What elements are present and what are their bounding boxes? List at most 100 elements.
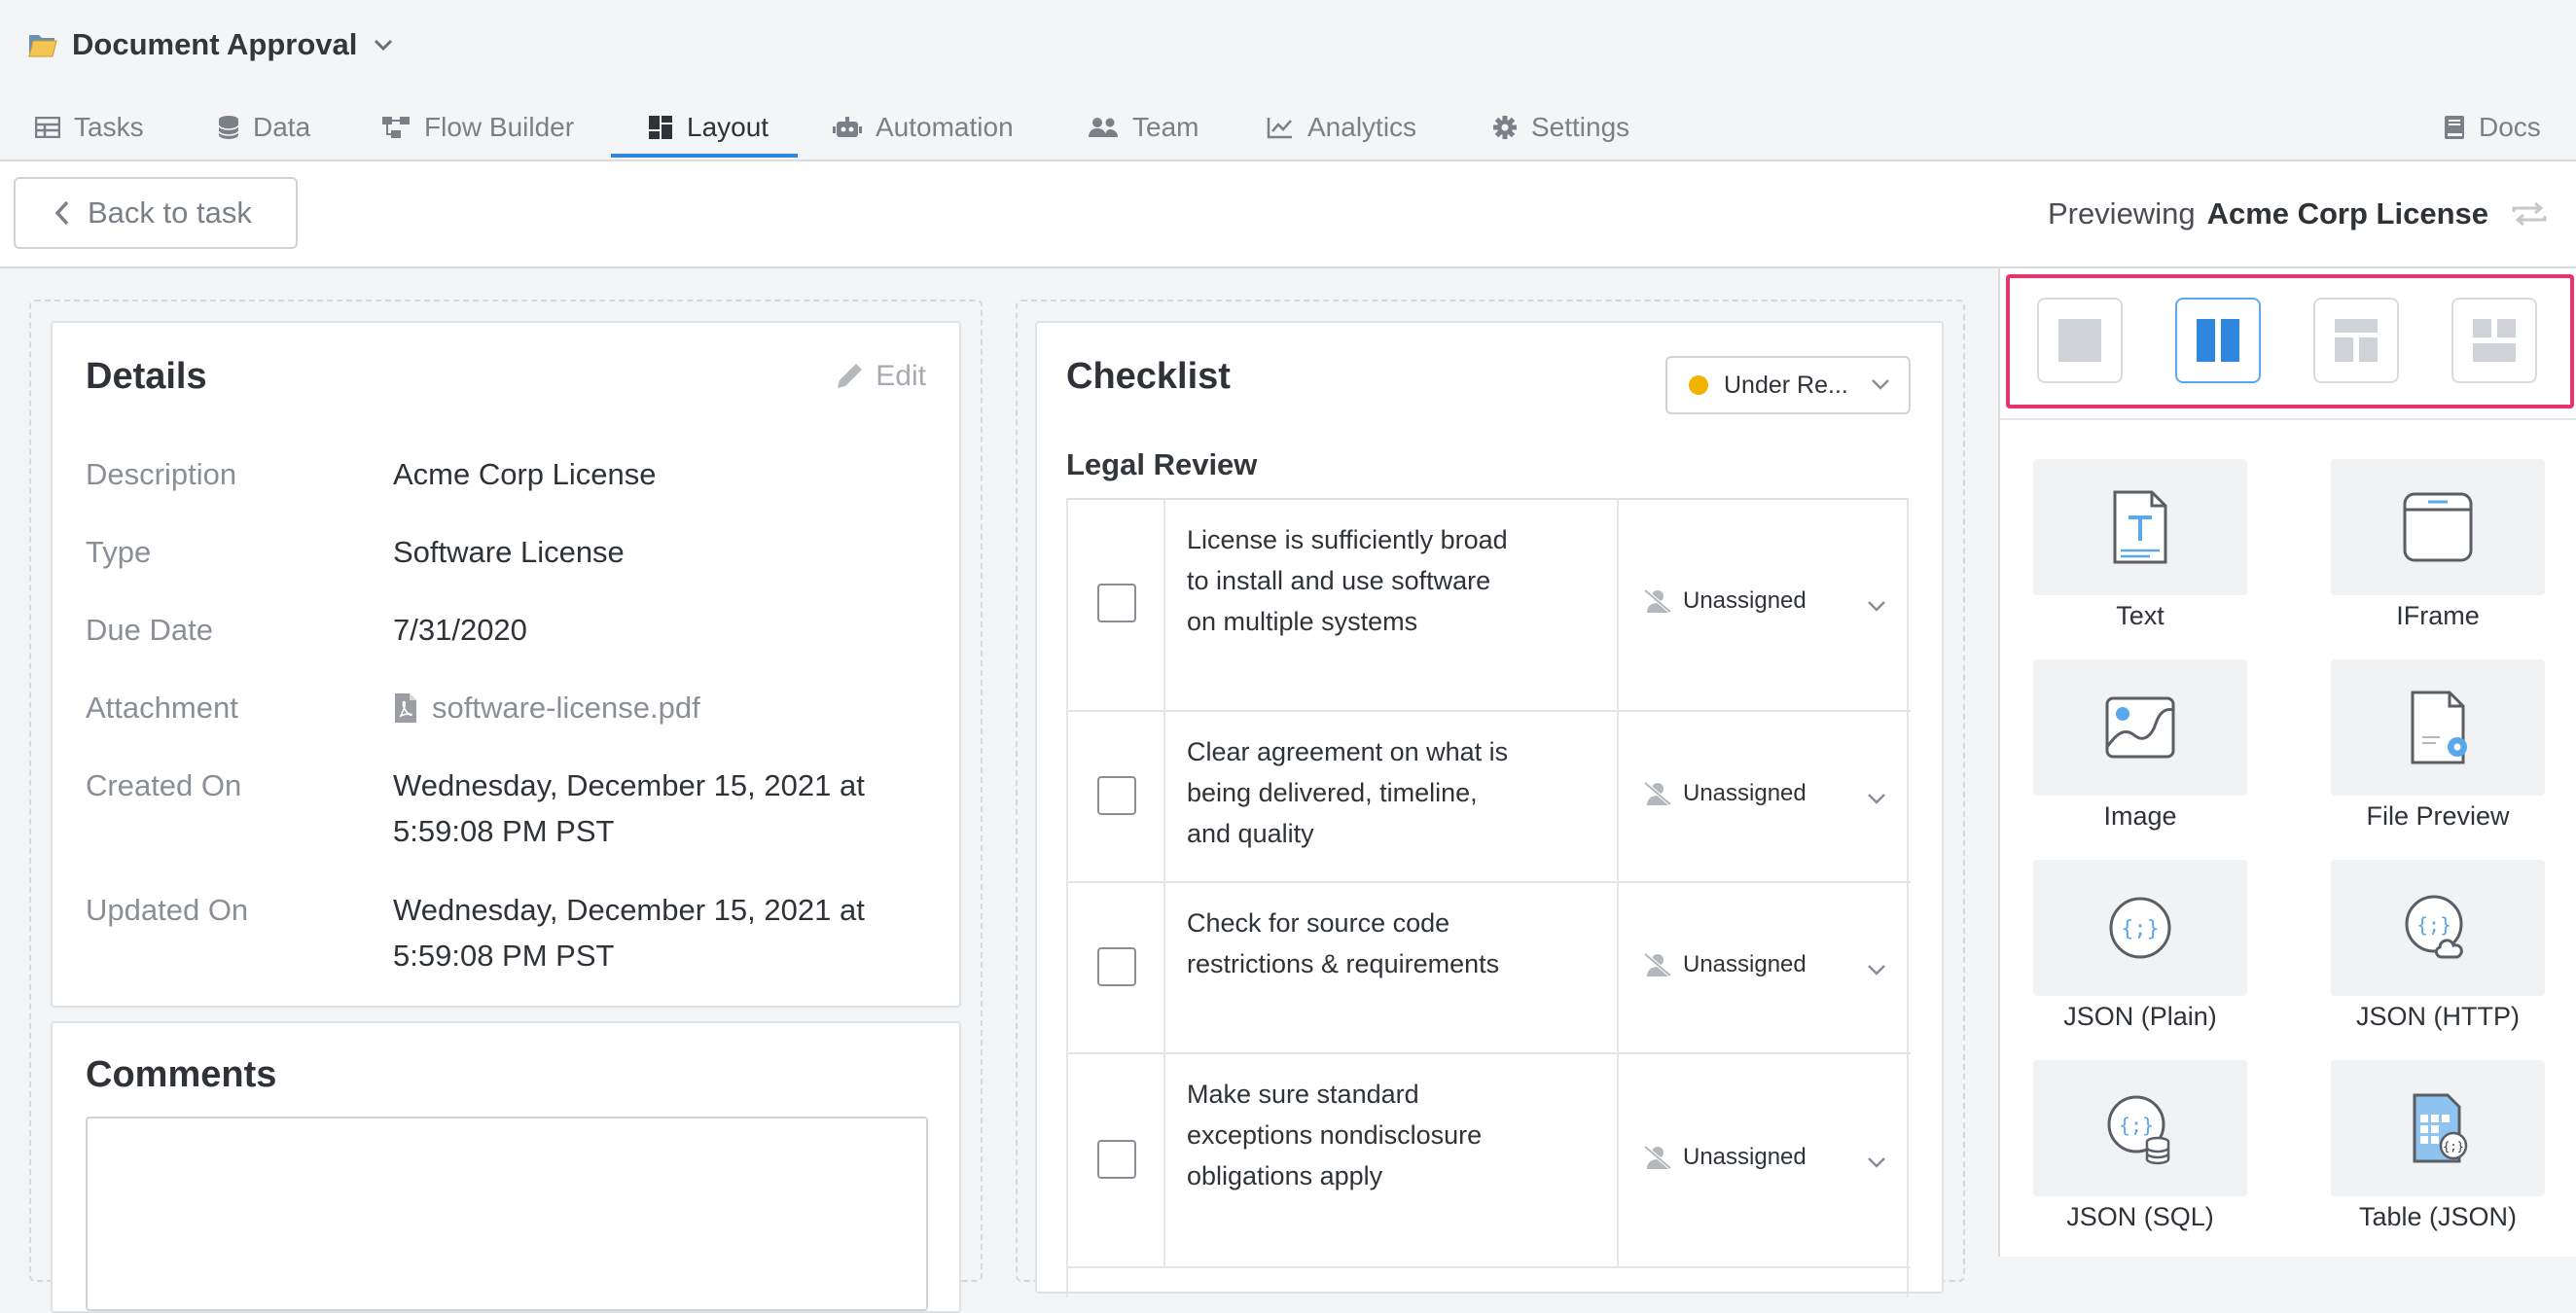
checklist-checkbox[interactable] [1097,584,1136,622]
checklist-checkbox[interactable] [1097,947,1136,986]
tab-analytics[interactable]: Analytics [1267,95,1416,160]
tab-data[interactable]: Data [218,95,310,160]
checklist-item-text: Make sure standard exceptions nondisclos… [1187,1080,1483,1190]
widget-tile [2331,459,2545,595]
json-database-icon: {;} [2107,1095,2170,1165]
assignee-dropdown[interactable]: Unassigned [1642,780,1807,807]
header-two-columns-icon [2335,319,2378,362]
details-card: Details Edit Description Acme Corp Licen… [51,321,961,1008]
app-switcher[interactable]: Document Approval [27,21,394,68]
panel-divider [2000,418,2576,420]
widget-tile [2033,659,2247,796]
folder-icon [27,31,58,58]
checklist-item: Clear agreement on what is being deliver… [1068,712,1911,883]
assignee-dropdown[interactable]: Unassigned [1642,951,1807,978]
database-icon [218,115,239,140]
layout-header-two-columns-button[interactable] [2313,298,2399,383]
details-title: Details [86,356,207,397]
edit-button[interactable]: Edit [835,360,926,393]
detail-label: Attachment [86,691,238,725]
chevron-down-icon[interactable] [1866,792,1887,805]
checklist-item-text: License is sufficiently broad to install… [1187,525,1508,636]
checklist-card: Checklist Under Re... Legal Review Licen… [1035,321,1944,1297]
widget-json-http[interactable]: {;} JSON (HTTP) [2298,860,2576,1045]
checkbox-cell [1068,712,1165,881]
widget-text[interactable]: Text [2000,459,2302,644]
user-slash-icon [1642,588,1673,614]
chevron-down-icon[interactable] [1866,963,1887,976]
svg-text:{;}: {;} [2443,1140,2464,1153]
widget-tile: {;} [2033,860,2247,996]
attachment-link[interactable]: software-license.pdf [393,685,938,730]
assignee-label: Unassigned [1683,951,1807,977]
back-to-task-button[interactable]: Back to task [14,177,298,249]
assignee-dropdown[interactable]: Unassigned [1642,1144,1807,1171]
widget-image[interactable]: Image [2000,659,2302,844]
widget-label: JSON (HTTP) [2356,1002,2520,1031]
tab-flow-builder[interactable]: Flow Builder [381,95,574,160]
comments-title: Comments [86,1054,277,1095]
flow-icon [381,116,411,139]
docs-link[interactable]: Docs [2444,95,2541,160]
widget-label: Table (JSON) [2358,1202,2518,1231]
status-dropdown[interactable]: Under Re... [1665,356,1911,414]
chevron-down-icon[interactable] [1866,599,1887,613]
widget-file-preview[interactable]: File Preview [2298,659,2576,844]
checklist-title: Checklist [1066,356,1231,397]
assignee-label: Unassigned [1683,1144,1807,1170]
attachment-filename: software-license.pdf [432,691,700,725]
layout-options-bar [2006,274,2574,408]
layout-grid-button[interactable] [2451,298,2537,383]
layout-single-column-button[interactable] [2037,298,2123,383]
tab-label: Team [1132,112,1199,142]
assignee-dropdown[interactable]: Unassigned [1642,587,1807,615]
checklist-checkbox[interactable] [1097,776,1136,815]
switch-record-icon[interactable] [2510,200,2549,228]
assignee-label: Unassigned [1683,780,1807,806]
checklist-checkbox[interactable] [1097,1140,1136,1179]
tab-label: Analytics [1307,112,1417,142]
widget-json-sql[interactable]: {;} JSON (SQL) [2000,1060,2302,1245]
svg-text:{;}: {;} [2119,1114,2154,1137]
tab-settings[interactable]: Settings [1492,95,1629,160]
detail-value: Software License [393,535,625,569]
table-json-icon: {;} [2413,1093,2468,1163]
tab-automation[interactable]: Automation [833,95,1014,160]
widget-label: JSON (Plain) [2063,1002,2217,1031]
detail-label: Due Date [86,613,213,647]
chevron-down-icon [1870,377,1891,391]
widget-iframe[interactable]: IFrame [2298,459,2576,644]
two-columns-icon [2197,319,2239,362]
browser-window-icon [2403,492,2473,562]
chart-line-icon [1267,116,1294,139]
comment-input[interactable] [86,1117,928,1311]
single-column-icon [2058,319,2101,362]
detail-value: 7/31/2020 [393,613,527,647]
tab-label: Tasks [74,112,144,142]
robot-icon [833,116,862,139]
assignee-cell: Unassigned [1617,1054,1909,1266]
widget-label: Text [2116,601,2165,630]
tab-layout[interactable]: Layout [648,95,769,160]
checklist-item: Make sure standard exceptions nondisclos… [1068,1054,1911,1268]
widget-json-plain[interactable]: {;} JSON (Plain) [2000,860,2302,1045]
checklist-item-text: Check for source code restrictions & req… [1187,908,1500,978]
widget-tile: {;} [2331,1060,2545,1196]
checkbox-cell [1068,883,1165,1052]
preview-toolbar: Back to task Previewing Acme Corp Licens… [0,161,2576,268]
chevron-left-icon [54,200,70,226]
pdf-file-icon [393,692,418,724]
tab-label: Layout [687,112,769,142]
widget-label: IFrame [2396,601,2480,630]
widget-table-json[interactable]: {;} Table (JSON) [2298,1060,2576,1245]
detail-label: Type [86,535,152,569]
layout-two-columns-button[interactable] [2175,298,2261,383]
assignee-label: Unassigned [1683,587,1807,614]
tab-tasks[interactable]: Tasks [35,95,144,160]
checklist-table: License is sufficiently broad to install… [1066,500,1911,1297]
svg-text:{;}: {;} [2121,917,2160,941]
users-icon [1088,116,1119,139]
chevron-down-icon[interactable] [1866,1155,1887,1169]
tab-team[interactable]: Team [1088,95,1199,160]
widget-label: JSON (SQL) [2066,1202,2214,1231]
